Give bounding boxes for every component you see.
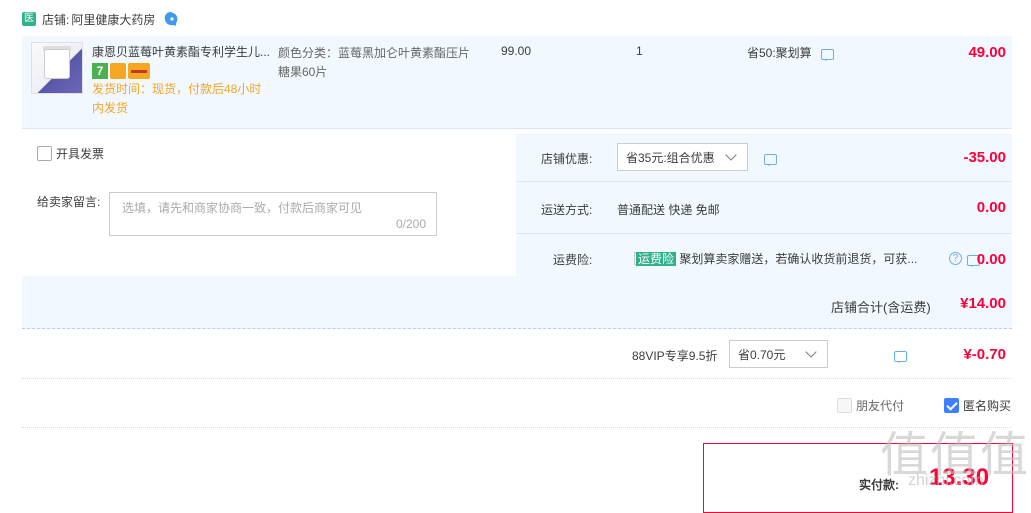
invoice-label: 开具发票	[56, 147, 105, 161]
vip-selected: 省0.70元	[738, 347, 786, 362]
freight-insurance-label: 运费险:	[553, 253, 593, 267]
product-title-link[interactable]: 康恩贝蓝莓叶黄素酯专利学生儿...	[92, 44, 272, 60]
sku-info: 颜色分类：蓝莓黑加仑叶黄素酯压片糖果60片	[278, 46, 471, 79]
freight-insurance-info: 运费险 聚划算卖家赠送，若确认收货前退货，可获...	[636, 250, 924, 267]
subtotal-value: ¥14.00	[960, 295, 1006, 312]
medicine-badge-icon: 医	[22, 12, 36, 26]
message-icon[interactable]	[894, 351, 908, 363]
shipping-method: 普通配送 快递 免邮	[617, 203, 720, 217]
divider	[516, 181, 1012, 182]
invoice-option[interactable]: 开具发票	[37, 145, 104, 162]
unit-price: 99.00	[501, 44, 532, 58]
shop-discount-label: 店铺优惠:	[541, 152, 593, 166]
freight-insurance-text: 聚划算卖家赠送，若确认收货前退货，可获...	[679, 252, 918, 266]
memo-placeholder: 选填，请先和商家协商一致，付款后商家可见	[122, 201, 363, 215]
freight-insurance-value: 0.00	[976, 251, 1006, 268]
quantity: 1	[636, 44, 643, 58]
memo-char-count: 0/200	[395, 217, 426, 231]
vip-discount-select[interactable]: 省0.70元	[729, 340, 828, 368]
anonymous-checkbox[interactable]	[944, 398, 959, 413]
seller-memo-input[interactable]: 选填，请先和商家协商一致，付款后商家可见 0/200	[109, 192, 437, 236]
promo-text: 省50:聚划算	[747, 46, 812, 60]
vip-value: ¥-0.70	[963, 346, 1006, 363]
message-icon[interactable]	[821, 49, 835, 61]
shop-header: 医 店铺: 阿里健康大药房	[22, 8, 179, 30]
shop-discount-selected: 省35元:组合优惠	[626, 150, 715, 165]
guarantee-shield-icon[interactable]	[110, 63, 126, 79]
shop-label: 店铺:	[42, 12, 70, 27]
shop-name-link[interactable]: 阿里健康大药房	[71, 11, 155, 28]
message-icon[interactable]	[764, 154, 777, 166]
wangwang-chat-icon[interactable]	[163, 11, 179, 27]
anonymous-option[interactable]: 匿名购买	[944, 397, 1011, 414]
memo-label: 给卖家留言:	[37, 195, 101, 209]
site-watermark-url: zhizhi.com	[908, 472, 984, 489]
product-thumbnail[interactable]	[31, 42, 83, 94]
friend-pay-label: 朋友代付	[856, 399, 905, 413]
item-total: 49.00	[968, 44, 1006, 61]
friend-pay-option[interactable]: 朋友代付	[837, 397, 904, 414]
shipping-value: 0.00	[976, 199, 1006, 216]
anonymous-label: 匿名购买	[963, 399, 1012, 413]
promo-info: 省50:聚划算	[747, 44, 835, 61]
service-badges: 7	[92, 63, 150, 79]
vip-label: 88VIP专享9.5折	[632, 349, 718, 363]
chevron-down-icon	[805, 346, 817, 358]
shipping-time-text: 发货时间：现货，付款后48小时内发货	[92, 82, 262, 115]
seven-day-return-icon[interactable]: 7	[92, 63, 108, 79]
chevron-down-icon	[725, 149, 737, 161]
vip-discount-row	[22, 330, 1012, 379]
credit-card-icon[interactable]	[128, 63, 150, 79]
shop-discount-value: -35.00	[963, 149, 1006, 166]
invoice-checkbox[interactable]	[37, 146, 52, 161]
subtotal-label: 店铺合计(含运费)	[831, 300, 931, 315]
friend-pay-checkbox[interactable]	[837, 398, 852, 413]
shipping-label: 运送方式:	[541, 203, 593, 217]
shop-discount-select[interactable]: 省35元:组合优惠	[617, 143, 748, 171]
freight-insurance-tag: 运费险	[636, 252, 677, 266]
divider	[516, 233, 1012, 234]
